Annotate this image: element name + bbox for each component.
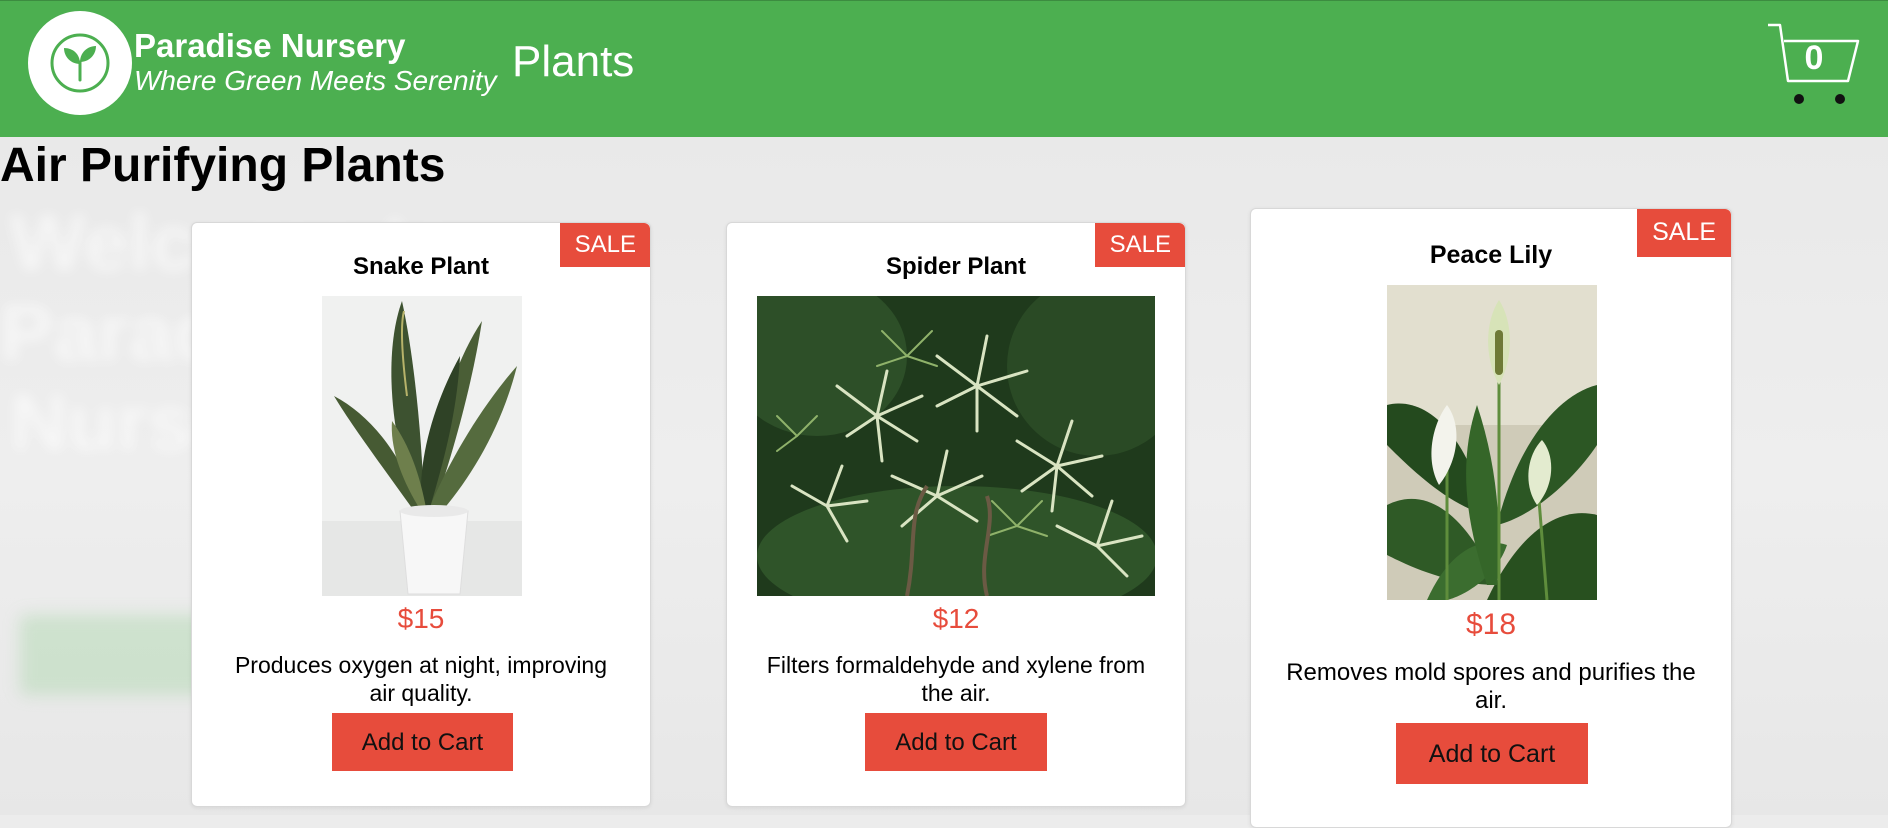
product-name: Peace Lily — [1429, 241, 1553, 269]
cart-button[interactable]: 0 — [1766, 19, 1862, 109]
section-title: Air Purifying Plants — [0, 139, 446, 192]
brand-tagline: Where Green Meets Serenity — [134, 65, 497, 96]
background-blur-text: Parad — [0, 288, 223, 377]
nav-link-plants[interactable]: Plants — [512, 37, 634, 87]
product-card: SALE Snake Plant $15 Produces oxygen at … — [191, 222, 651, 807]
cart-count: 0 — [1804, 39, 1824, 77]
brand-name: Paradise Nursery — [134, 27, 406, 64]
add-to-cart-button[interactable]: Add to Cart — [865, 713, 1047, 771]
navbar: Paradise Nursery Where Green Meets Seren… — [0, 0, 1888, 137]
product-image — [1387, 285, 1597, 600]
product-description: Produces oxygen at night, improving air … — [234, 652, 608, 706]
add-to-cart-button[interactable]: Add to Cart — [332, 713, 513, 771]
product-name: Spider Plant — [885, 253, 1027, 280]
product-name: Snake Plant — [352, 253, 490, 280]
product-description: Filters formaldehyde and xylene from the… — [766, 652, 1146, 706]
product-price: $18 — [1465, 608, 1517, 641]
background-blur-button — [20, 615, 210, 695]
product-image — [322, 296, 522, 596]
product-card: SALE Spider Plant $12 Filters formaldehy… — [726, 222, 1186, 807]
product-image — [757, 296, 1155, 596]
product-price: $15 — [397, 603, 445, 634]
product-card: SALE Peace Lily $18 Removes mold spores … — [1250, 208, 1732, 828]
add-to-cart-button[interactable]: Add to Cart — [1396, 723, 1588, 784]
product-price: $12 — [932, 603, 980, 634]
logo[interactable] — [28, 11, 132, 115]
product-description: Removes mold spores and purifies the air… — [1286, 659, 1696, 714]
seedling-icon — [50, 33, 110, 93]
